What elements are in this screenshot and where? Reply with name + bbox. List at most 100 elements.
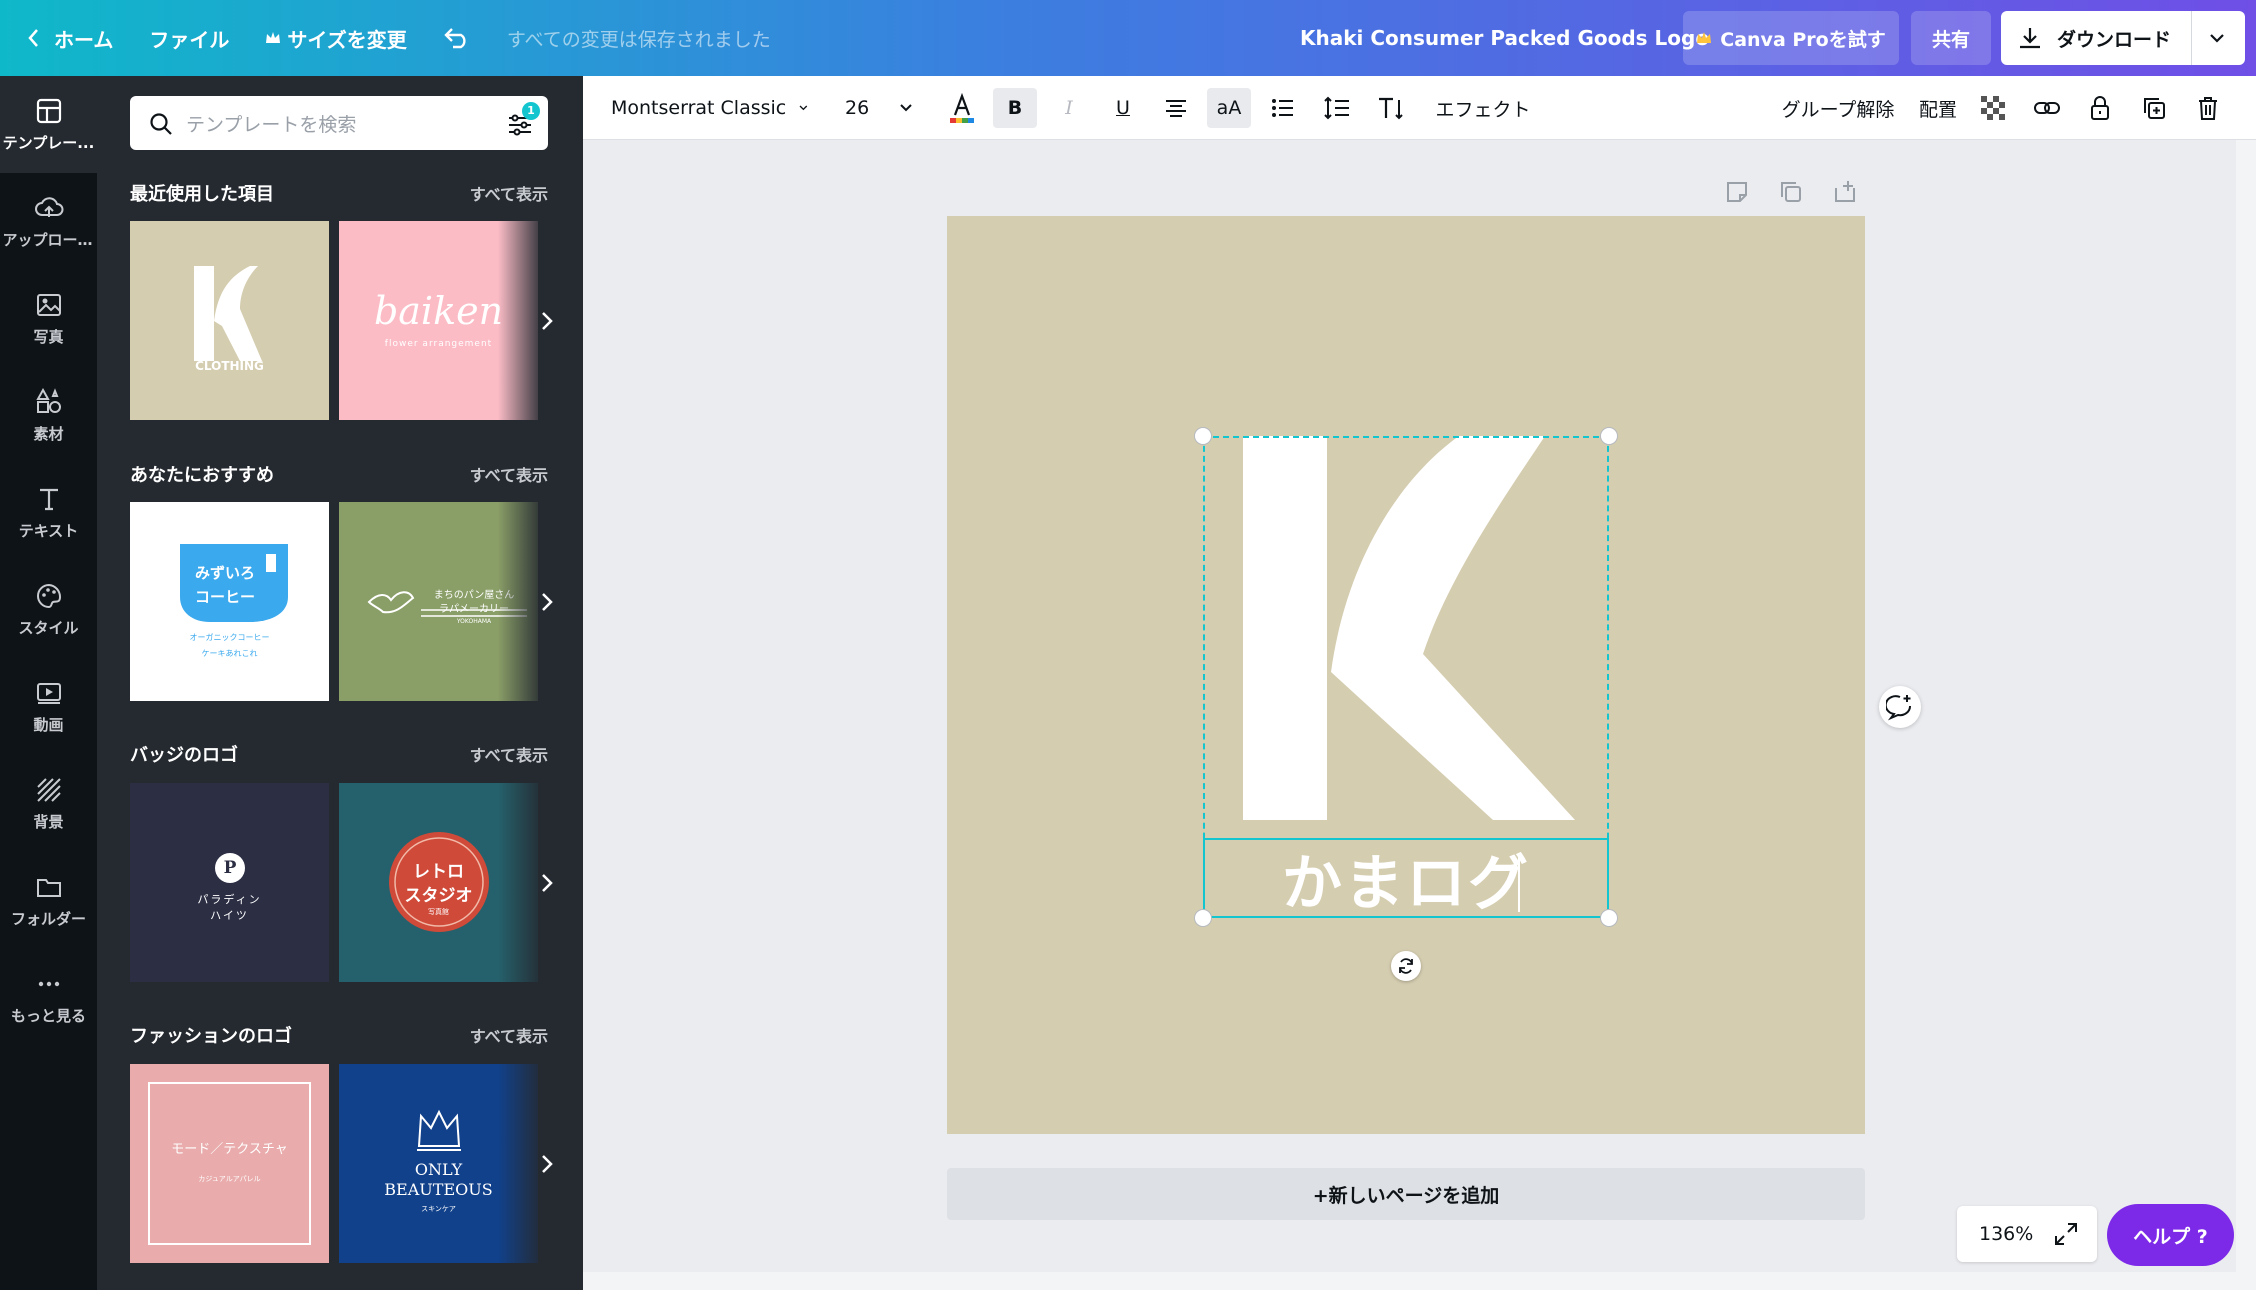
position-label: 配置 (1919, 95, 1957, 122)
template-thumb[interactable]: CLOTHING (130, 221, 329, 420)
zoom-control[interactable]: 136% (1957, 1206, 2097, 1262)
list-button[interactable] (1261, 88, 1305, 128)
home-button[interactable]: ホーム (0, 0, 131, 76)
template-thumb[interactable]: baiken flower arrangement (339, 221, 538, 420)
design-page[interactable]: かまログ (947, 216, 1865, 1134)
rail-photos[interactable]: 写真 (0, 270, 97, 367)
expand-icon[interactable] (2053, 1221, 2079, 1247)
resize-button[interactable]: サイズを変更 (247, 0, 424, 76)
text-orientation-button[interactable] (1369, 88, 1413, 128)
save-status: すべての変更は保存されました (489, 0, 789, 76)
crown-icon (1696, 31, 1712, 45)
vertical-text-icon (1376, 94, 1406, 122)
ungroup-button[interactable]: グループ解除 (1773, 88, 1903, 128)
template-thumb[interactable]: P パラディン ハイツ (130, 783, 329, 982)
rail-more[interactable]: もっと見る (0, 949, 97, 1046)
page-notes-icon[interactable] (1723, 178, 1751, 206)
thumb-text: コーヒー (180, 586, 270, 607)
file-menu[interactable]: ファイル (131, 0, 247, 76)
add-comment-button[interactable] (1879, 686, 1921, 728)
text-color-button[interactable] (940, 88, 984, 128)
delete-button[interactable] (2188, 88, 2228, 128)
resize-handle[interactable] (1194, 909, 1212, 927)
see-all-link[interactable]: すべて表示 (470, 181, 548, 205)
share-button[interactable]: 共有 (1911, 11, 1991, 65)
rail-uploads[interactable]: アップロー... (0, 173, 97, 270)
thumb-text: カジュアルアパレル (130, 1174, 329, 1184)
letter-case-button[interactable]: aA (1207, 88, 1251, 128)
template-thumb[interactable]: まちのパン屋さん ラパメーカリー YOKOHAMA (339, 502, 538, 701)
help-button[interactable]: ヘルプ ? (2107, 1204, 2234, 1266)
position-button[interactable]: 配置 (1913, 88, 1963, 128)
template-thumb[interactable]: ONLY BEAUTEOUS スキンケア (339, 1064, 538, 1263)
italic-label: I (1065, 97, 1073, 119)
template-thumb[interactable]: モード／テクスチャ カジュアルアパレル (130, 1064, 329, 1263)
vertical-scrollbar[interactable] (2236, 140, 2256, 1290)
rail-folders[interactable]: フォルダー (0, 852, 97, 949)
bold-button[interactable]: B (993, 88, 1037, 128)
thumb-text: P (215, 853, 245, 883)
templates-panel: テンプレートを検索 1 最近使用した項目 すべて表示 CLOTHING baik… (97, 76, 583, 1290)
align-button[interactable] (1154, 88, 1198, 128)
chevron-right-icon[interactable] (533, 1144, 563, 1184)
undo-button[interactable] (425, 0, 489, 76)
chevron-right-icon[interactable] (533, 863, 563, 903)
duplicate-icon (2141, 95, 2167, 121)
side-rail: テンプレー... アップロー... 写真 素材 テキスト スタイル 動画 背景 … (0, 76, 97, 1290)
section-title: 最近使用した項目 (130, 180, 274, 206)
thumb-text: ハイツ (130, 907, 329, 923)
search-icon (148, 111, 174, 137)
font-family-select[interactable]: Montserrat Classic (611, 88, 811, 128)
transparency-icon (1980, 95, 2006, 121)
palette-icon (34, 581, 64, 611)
folder-icon (34, 872, 64, 902)
template-search-input[interactable]: テンプレートを検索 1 (130, 96, 548, 150)
font-size-select[interactable]: 26 (845, 88, 925, 128)
link-button[interactable] (2027, 88, 2067, 128)
document-title[interactable]: Khaki Consumer Packed Goods Logo (1300, 0, 1709, 76)
text-cursor (1518, 854, 1520, 912)
resize-handle[interactable] (1194, 427, 1212, 445)
duplicate-button[interactable] (2134, 88, 2174, 128)
rail-styles[interactable]: スタイル (0, 561, 97, 658)
resize-handle[interactable] (1600, 909, 1618, 927)
add-page-button[interactable]: +新しいページを追加 (947, 1168, 1865, 1220)
rail-label: 写真 (33, 326, 63, 347)
thumb-text: みずいろ (180, 562, 270, 583)
home-label: ホーム (54, 24, 113, 53)
logo-text[interactable]: かまログ (1203, 840, 1609, 916)
chevron-right-icon[interactable] (533, 582, 563, 622)
template-thumb[interactable]: レトロ スタジオ 写真館 (339, 783, 538, 982)
rail-elements[interactable]: 素材 (0, 367, 97, 464)
rail-text[interactable]: テキスト (0, 464, 97, 561)
horizontal-scrollbar[interactable] (583, 1272, 2236, 1290)
chevron-right-icon[interactable] (533, 301, 563, 341)
italic-button[interactable]: I (1047, 88, 1091, 128)
download-icon (2017, 25, 2043, 51)
top-bar: ホーム ファイル サイズを変更 すべての変更は保存されました Khaki Con… (0, 0, 2256, 76)
rail-videos[interactable]: 動画 (0, 658, 97, 755)
see-all-link[interactable]: すべて表示 (470, 462, 548, 486)
download-button[interactable]: ダウンロード (2001, 11, 2245, 65)
effects-button[interactable]: エフェクト (1433, 88, 1533, 128)
rotate-handle[interactable] (1391, 951, 1421, 981)
try-pro-button[interactable]: Canva Proを試す (1683, 11, 1899, 65)
template-thumb[interactable]: みずいろ コーヒー オーガニックコーヒー ケーキあれこれ (130, 502, 329, 701)
duplicate-page-icon[interactable] (1777, 178, 1805, 206)
resize-handle[interactable] (1600, 427, 1618, 445)
see-all-link[interactable]: すべて表示 (470, 1023, 548, 1047)
elements-icon (34, 387, 64, 417)
transparency-button[interactable] (1973, 88, 2013, 128)
spacing-button[interactable] (1315, 88, 1359, 128)
rail-background[interactable]: 背景 (0, 755, 97, 852)
rail-templates[interactable]: テンプレー... (0, 76, 97, 173)
chevron-down-icon[interactable] (2205, 26, 2229, 50)
underline-button[interactable]: U (1101, 88, 1145, 128)
rail-label: 動画 (33, 714, 63, 735)
lock-button[interactable] (2080, 88, 2120, 128)
file-label: ファイル (149, 24, 229, 53)
add-page-icon[interactable] (1831, 178, 1859, 206)
align-center-icon (1163, 96, 1189, 120)
download-label: ダウンロード (2057, 25, 2171, 52)
see-all-link[interactable]: すべて表示 (470, 742, 548, 766)
